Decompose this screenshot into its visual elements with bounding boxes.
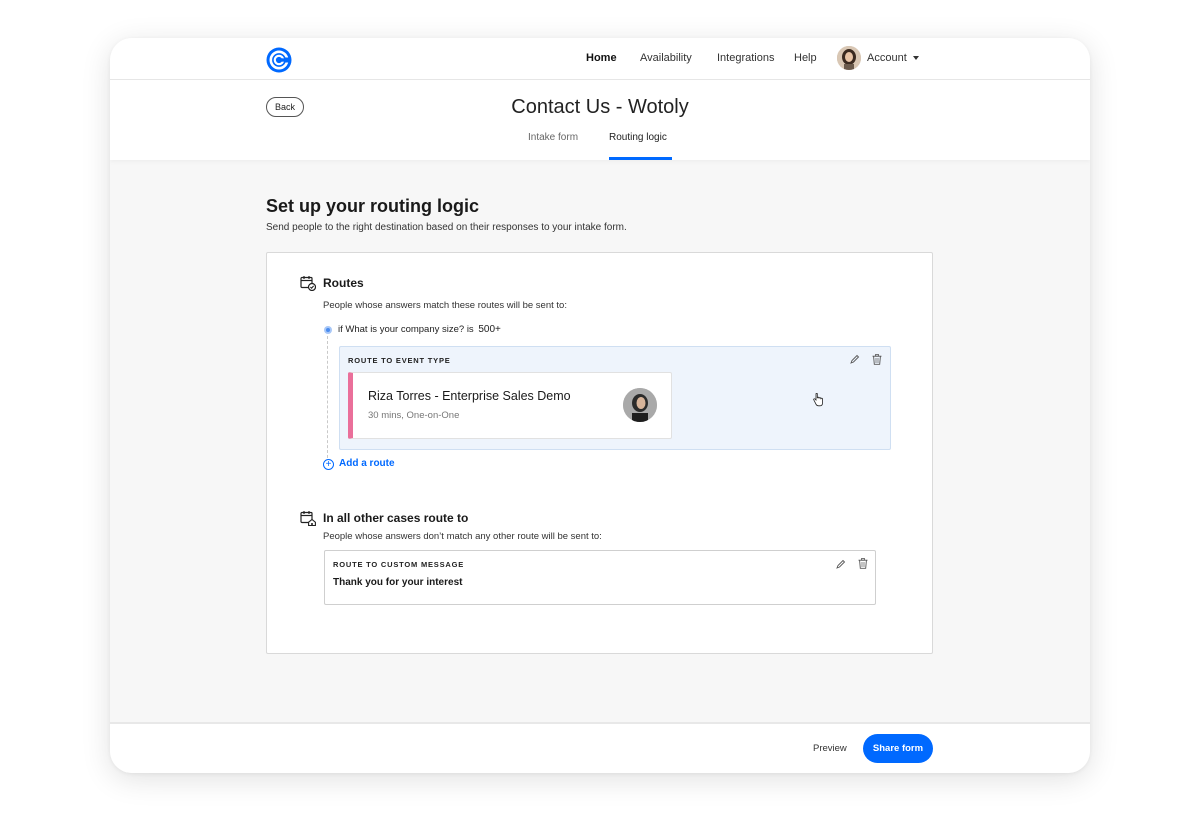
nav-integrations[interactable]: Integrations xyxy=(717,52,774,64)
routes-title: Routes xyxy=(323,276,364,290)
routing-card: Routes People whose answers match these … xyxy=(266,252,933,654)
active-tab-indicator xyxy=(609,157,672,160)
section-heading: Set up your routing logic xyxy=(266,196,479,216)
fallback-type-label: ROUTE TO CUSTOM MESSAGE xyxy=(333,560,465,569)
nav-availability[interactable]: Availability xyxy=(640,52,692,64)
page-title: Contact Us - Wotoly xyxy=(511,96,689,118)
event-meta: 30 mins, One-on-One xyxy=(368,410,460,421)
fallback-description: People whose answers don’t match any oth… xyxy=(323,531,602,542)
share-form-button[interactable]: Share form xyxy=(863,734,933,763)
section-subheading: Send people to the right destination bas… xyxy=(266,222,627,233)
condition-dot xyxy=(324,326,332,334)
condition-value: 500+ xyxy=(478,324,501,335)
nav-help[interactable]: Help xyxy=(794,52,817,64)
route-condition: if What is your company size? is 500+ xyxy=(338,324,501,335)
app-window: Home Availability Integrations Help Acco… xyxy=(110,38,1090,773)
condition-text: if What is your company size? is xyxy=(338,324,474,335)
hand-cursor-icon xyxy=(813,393,823,407)
preview-button[interactable]: Preview xyxy=(813,743,847,754)
avatar-image xyxy=(837,46,861,70)
route-destination-box[interactable]: ROUTE TO EVENT TYPE Riza Torres - Enterp… xyxy=(339,346,891,450)
calendar-check-icon xyxy=(300,276,316,291)
routes-description: People whose answers match these routes … xyxy=(323,300,567,311)
edit-pencil-icon[interactable] xyxy=(836,559,846,569)
nav-account[interactable]: Account xyxy=(867,52,907,64)
edit-pencil-icon[interactable] xyxy=(850,354,860,364)
host-avatar xyxy=(623,388,657,422)
custom-message-text: Thank you for your interest xyxy=(333,577,463,588)
delete-trash-icon[interactable] xyxy=(872,354,882,365)
delete-trash-icon[interactable] xyxy=(858,558,868,569)
calendly-logo[interactable] xyxy=(265,46,293,74)
tab-routing-logic[interactable]: Routing logic xyxy=(609,132,667,143)
host-avatar-image xyxy=(623,388,657,422)
nav-home[interactable]: Home xyxy=(586,52,617,64)
tab-intake-form[interactable]: Intake form xyxy=(528,132,578,143)
add-route-label: Add a route xyxy=(339,458,395,469)
custom-message-box[interactable]: ROUTE TO CUSTOM MESSAGE Thank you for yo… xyxy=(324,550,876,605)
calendar-home-icon xyxy=(300,511,316,526)
account-avatar[interactable] xyxy=(837,46,861,70)
chevron-down-icon[interactable] xyxy=(913,56,919,60)
condition-connector xyxy=(327,336,328,458)
route-type-label: ROUTE TO EVENT TYPE xyxy=(348,356,451,365)
footer-bar: Preview Share form xyxy=(110,722,1090,773)
event-type-card[interactable]: Riza Torres - Enterprise Sales Demo 30 m… xyxy=(348,372,672,439)
fallback-title: In all other cases route to xyxy=(323,511,469,525)
add-route-button[interactable]: + Add a route xyxy=(323,458,395,470)
event-name: Riza Torres - Enterprise Sales Demo xyxy=(368,389,571,403)
add-circle-icon: + xyxy=(323,459,334,470)
page-header: Back Contact Us - Wotoly Intake form Rou… xyxy=(110,80,1090,160)
top-nav: Home Availability Integrations Help Acco… xyxy=(110,38,1090,80)
